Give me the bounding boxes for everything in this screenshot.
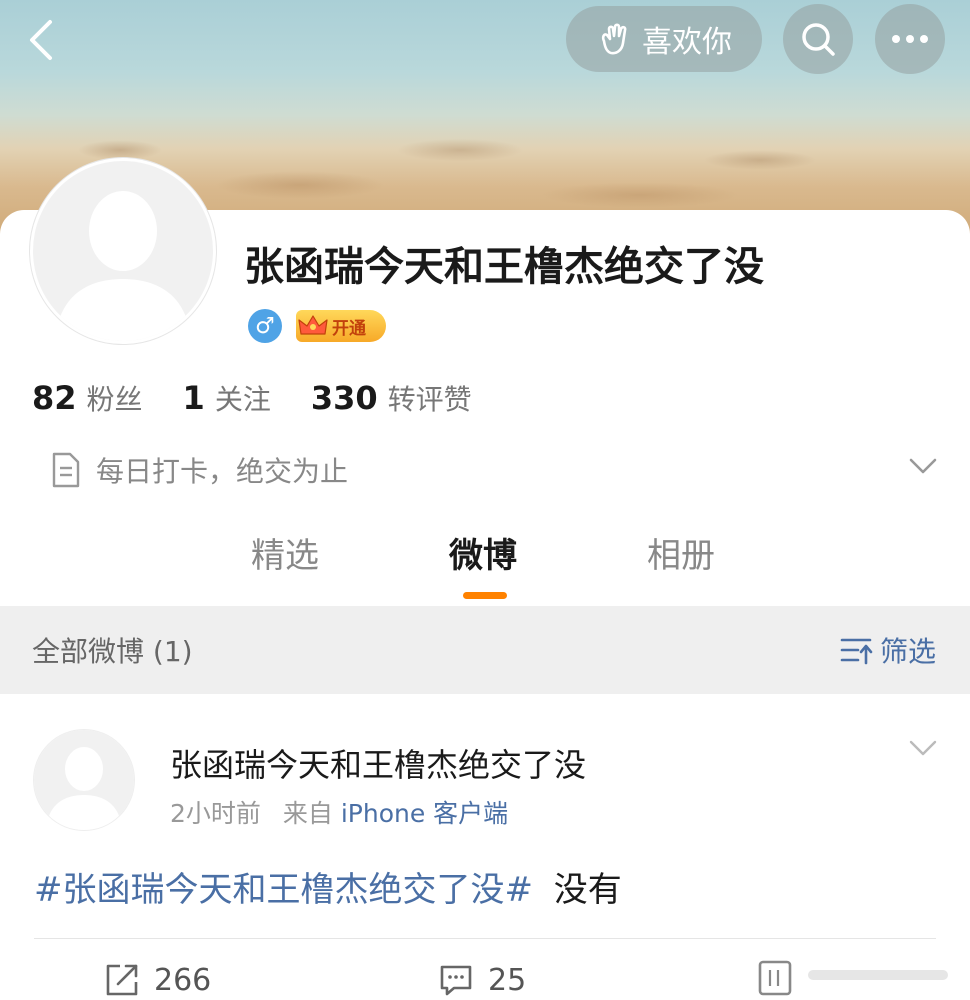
chevron-down-icon[interactable] [908,738,938,758]
back-arrow-icon[interactable] [22,18,66,62]
crown-icon [298,315,328,335]
repost-count: 266 [154,962,212,998]
default-avatar-icon [33,161,213,341]
post-meta: 2小时前 来自 iPhone 客户端 [170,794,508,830]
post-text: 没有 [553,870,622,910]
document-icon [52,452,80,488]
bio-row[interactable]: 每日打卡，绝交为止 [50,448,950,492]
interactions-label: 转评赞 [387,383,472,416]
search-icon [802,23,835,56]
post-divider [34,938,936,939]
post-card: 张函瑞今天和王橹杰绝交了没 2小时前 来自 iPhone 客户端 #张函瑞今天和… [0,694,970,1000]
followers-count[interactable]: 82 [32,379,77,417]
post-source[interactable]: iPhone 客户端 [341,799,508,828]
like-you-label: 喜欢你 [642,25,732,60]
comment-icon [440,965,472,996]
following-count[interactable]: 1 [183,379,205,417]
search-button[interactable] [783,4,853,74]
avatar[interactable] [30,158,216,344]
post-author-avatar[interactable] [34,730,134,830]
interactions-count: 330 [310,379,378,417]
repost-button[interactable]: 266 [104,962,211,998]
like-you-button[interactable]: 喜欢你 [566,6,762,72]
filter-bar: 全部微博 (1) 筛选 [0,606,970,694]
gender-male-icon: ♂ [248,309,282,343]
comment-count: 25 [488,962,527,998]
hand-wave-icon [601,23,627,55]
more-icon [892,35,928,43]
profile-tabs: 精选 微博 相册 [0,528,970,598]
more-button[interactable] [875,4,945,74]
bio-text: 每日打卡，绝交为止 [96,455,349,488]
post-topic-link[interactable]: #张函瑞今天和王橹杰绝交了没# [34,870,533,910]
filter-button[interactable]: 筛选 [840,630,936,670]
post-author-name[interactable]: 张函瑞今天和王橹杰绝交了没 [170,740,586,786]
comment-button[interactable]: 25 [438,962,526,998]
default-avatar-icon [34,730,134,830]
following-label[interactable]: 关注 [215,378,271,418]
vip-activate-badge[interactable]: 开通 [296,310,386,342]
post-content: #张函瑞今天和王橹杰绝交了没# 没有 [34,862,622,911]
all-posts-count: 全部微博 (1) [32,635,193,668]
filter-sort-icon [840,638,873,665]
repost-icon [106,964,138,996]
tab-weibo[interactable]: 微博 [449,528,517,577]
profile-stats: 82 粉丝 1 关注 330 转评赞 [32,378,512,418]
vip-activate-label: 开通 [332,318,366,339]
tab-featured[interactable]: 精选 [251,528,319,577]
username: 张函瑞今天和王橹杰绝交了没 [244,244,764,290]
followers-label[interactable]: 粉丝 [87,378,143,418]
chevron-down-icon[interactable] [908,456,938,476]
active-tab-indicator [463,592,507,599]
post-time: 2小时前 [170,799,261,828]
like-thumb-icon[interactable] [758,956,958,996]
tab-album[interactable]: 相册 [647,528,715,577]
filter-label: 筛选 [879,635,936,668]
post-source-prefix: 来自 [282,799,333,828]
